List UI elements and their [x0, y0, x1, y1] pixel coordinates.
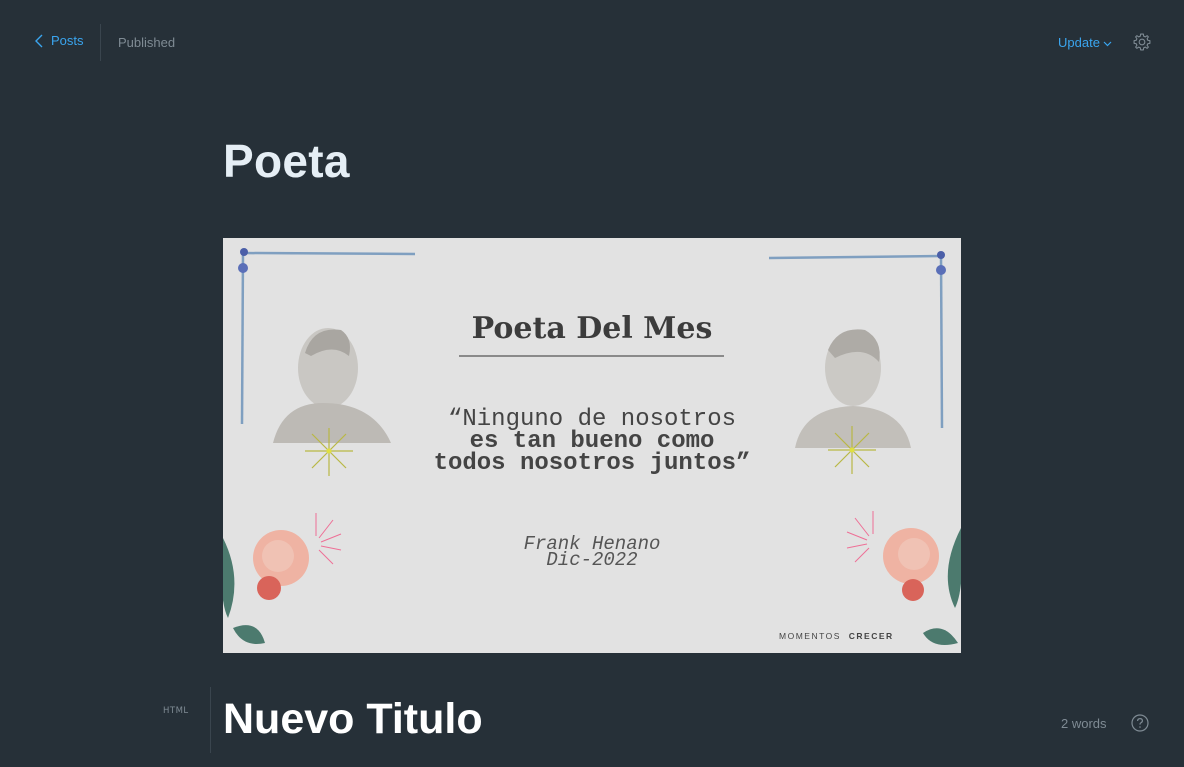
- image-brand-bold: CRECER: [849, 631, 894, 641]
- chevron-down-icon: [1103, 41, 1112, 47]
- left-bust-illustration: [273, 328, 391, 476]
- image-date: Dic-2022: [546, 549, 637, 571]
- back-link-label: Posts: [51, 33, 84, 48]
- update-button[interactable]: Update: [1058, 35, 1112, 50]
- back-to-posts-link[interactable]: Posts: [34, 33, 84, 48]
- header-divider: [100, 24, 101, 61]
- question-circle-icon[interactable]: [1131, 714, 1149, 732]
- editor-header: Posts Published Update: [0, 0, 1184, 84]
- image-heading: Poeta Del Mes: [472, 311, 713, 346]
- gear-icon[interactable]: [1132, 32, 1152, 52]
- word-count: 2 words: [1061, 716, 1107, 731]
- post-title[interactable]: Poeta: [223, 134, 350, 188]
- html-card-label: HTML: [163, 706, 189, 716]
- right-bust-illustration: [795, 329, 911, 474]
- svg-text:MOMENTOS CRECER: MOMENTOS CRECER: [779, 631, 894, 641]
- chevron-left-icon: [35, 34, 43, 47]
- image-brand-light: MOMENTOS: [779, 631, 841, 641]
- rose-illustration-right: [846, 511, 961, 646]
- card-indicator-bar: [210, 687, 211, 753]
- image-quote-line-3: todos nosotros juntos”: [434, 450, 751, 477]
- editor-heading[interactable]: Nuevo Titulo: [223, 695, 483, 744]
- feature-image[interactable]: Poeta Del Mes “Ninguno de nosotros es ta…: [223, 238, 961, 653]
- rose-illustration-left: [223, 513, 342, 644]
- post-status: Published: [118, 35, 176, 50]
- update-button-label: Update: [1058, 35, 1100, 50]
